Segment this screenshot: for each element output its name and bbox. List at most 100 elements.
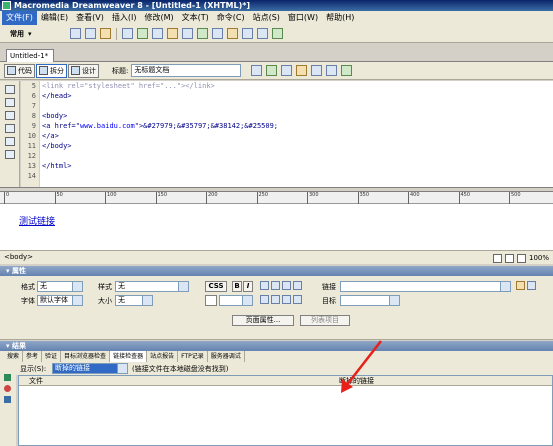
doc-title-input[interactable]: 无标题文档 (131, 64, 242, 77)
code-editor[interactable]: <link rel="stylesheet" href="..."></link… (40, 81, 553, 187)
show-label: 显示(S): (20, 365, 47, 373)
style-select[interactable]: 无 (115, 281, 189, 292)
point-to-file-icon[interactable] (516, 281, 525, 290)
hand-tool-icon[interactable] (504, 254, 514, 263)
results-panel-header[interactable]: ▾ 结果 (0, 341, 553, 351)
code-line: <a href="www.baidu.com">&#27979;&#35797;… (42, 121, 553, 131)
highlight-invalid-code-icon[interactable] (5, 150, 15, 159)
line-number: 14 (27, 172, 36, 180)
tab-search[interactable]: 搜索 (4, 351, 24, 362)
script-icon[interactable] (242, 28, 253, 39)
select-tool-icon[interactable] (492, 254, 502, 263)
results-side-toolbar (0, 362, 16, 446)
css-button[interactable]: CSS (205, 281, 227, 292)
size-select[interactable]: 无 (115, 295, 153, 306)
toolbar-separator (116, 27, 117, 40)
table-icon[interactable] (122, 28, 133, 39)
server-side-include-icon[interactable] (197, 28, 208, 39)
menu-commands[interactable]: 命令(C) (213, 11, 249, 25)
text-color-swatch[interactable] (205, 295, 217, 306)
check-browser-icon[interactable] (341, 65, 353, 76)
named-anchor-icon[interactable] (100, 28, 111, 39)
menu-help[interactable]: 帮助(H) (322, 11, 358, 25)
select-parent-tag-icon[interactable] (5, 124, 15, 133)
tab-site-reports[interactable]: 站点报告 (147, 351, 179, 362)
expand-all-icon[interactable] (5, 111, 15, 120)
indent-icon[interactable] (293, 295, 302, 304)
tab-ftp-log[interactable]: FTP记录 (178, 351, 208, 362)
align-left-icon[interactable] (260, 281, 269, 290)
document-tab-untitled[interactable]: Untitled-1* (6, 49, 54, 62)
browse-folder-icon[interactable] (527, 281, 536, 290)
save-report-icon[interactable] (4, 396, 11, 403)
tab-browser-check[interactable]: 目标浏览器检查 (61, 351, 111, 362)
show-select[interactable]: 断掉的链接 (52, 363, 128, 374)
tab-validation[interactable]: 验证 (42, 351, 62, 362)
stop-icon[interactable] (4, 385, 11, 392)
zoom-controls: 100% (492, 252, 549, 265)
target-select[interactable] (340, 295, 400, 306)
align-center-icon[interactable] (271, 281, 280, 290)
head-icon[interactable] (227, 28, 238, 39)
layer-icon[interactable] (137, 28, 148, 39)
media-icon[interactable] (167, 28, 178, 39)
preview-in-browser-icon[interactable] (266, 65, 278, 76)
insert-category-dropdown[interactable]: 常用 ▾ (10, 29, 50, 39)
menu-text[interactable]: 文本(T) (178, 11, 213, 25)
format-select[interactable]: 无 (37, 281, 83, 292)
font-select[interactable]: 默认字体 (37, 295, 83, 306)
tag-chooser-icon[interactable] (272, 28, 283, 39)
open-documents-icon[interactable] (5, 85, 15, 94)
menu-file[interactable]: 文件(F) (2, 11, 37, 25)
align-right-icon[interactable] (282, 281, 291, 290)
hyperlink-icon[interactable] (70, 28, 81, 39)
tab-reference[interactable]: 参考 (23, 351, 43, 362)
date-icon[interactable] (182, 28, 193, 39)
text-color-input[interactable] (219, 295, 253, 306)
refresh-icon[interactable] (281, 65, 293, 76)
visual-aids-icon[interactable] (311, 65, 323, 76)
column-broken-link[interactable]: 断掉的链接 (339, 376, 374, 386)
line-number: 9 (31, 122, 36, 130)
code-view-button[interactable]: 代码 (4, 63, 35, 78)
collapse-tag-icon[interactable] (5, 98, 15, 107)
email-link-icon[interactable] (85, 28, 96, 39)
menu-site[interactable]: 站点(S) (249, 11, 284, 25)
outdent-icon[interactable] (282, 295, 291, 304)
bold-button[interactable]: B (232, 281, 242, 292)
menu-insert[interactable]: 插入(I) (108, 11, 141, 25)
menu-modify[interactable]: 修改(M) (140, 11, 177, 25)
line-numbers-icon[interactable] (5, 137, 15, 146)
image-icon[interactable] (152, 28, 163, 39)
split-view-button[interactable]: 拆分 (36, 63, 67, 78)
ruler-tick: 0 (4, 192, 9, 204)
page-properties-button[interactable]: 页面属性... (232, 315, 294, 326)
justify-icon[interactable] (293, 281, 302, 290)
tab-server-debug[interactable]: 服务器调试 (208, 351, 245, 362)
zoom-level[interactable]: 100% (529, 252, 549, 265)
app-icon (2, 1, 11, 10)
ordered-list-icon[interactable] (271, 295, 280, 304)
menu-edit[interactable]: 编辑(E) (37, 11, 72, 25)
template-icon[interactable] (257, 28, 268, 39)
properties-panel-header[interactable]: ▾ 属性 (0, 266, 553, 276)
view-options-icon[interactable] (296, 65, 308, 76)
test-link[interactable]: 测试链接 (19, 214, 55, 227)
link-input[interactable] (340, 281, 511, 292)
validate-markup-icon[interactable] (326, 65, 338, 76)
menu-window[interactable]: 窗口(W) (284, 11, 322, 25)
file-management-icon[interactable] (251, 65, 263, 76)
comment-icon[interactable] (212, 28, 223, 39)
tag-selector-bar: <body> 100% (0, 250, 553, 264)
tag-selector-body[interactable]: <body> (4, 253, 33, 261)
design-view[interactable]: 测试链接 (0, 204, 553, 250)
tab-link-checker[interactable]: 链接检查器 (110, 351, 148, 362)
column-file[interactable]: 文件 (29, 376, 43, 386)
italic-button[interactable]: I (243, 281, 253, 292)
design-view-button[interactable]: 设计 (68, 63, 99, 78)
menu-view[interactable]: 查看(V) (72, 11, 108, 25)
zoom-tool-icon[interactable] (516, 254, 526, 263)
unordered-list-icon[interactable] (260, 295, 269, 304)
play-icon[interactable] (4, 374, 11, 381)
